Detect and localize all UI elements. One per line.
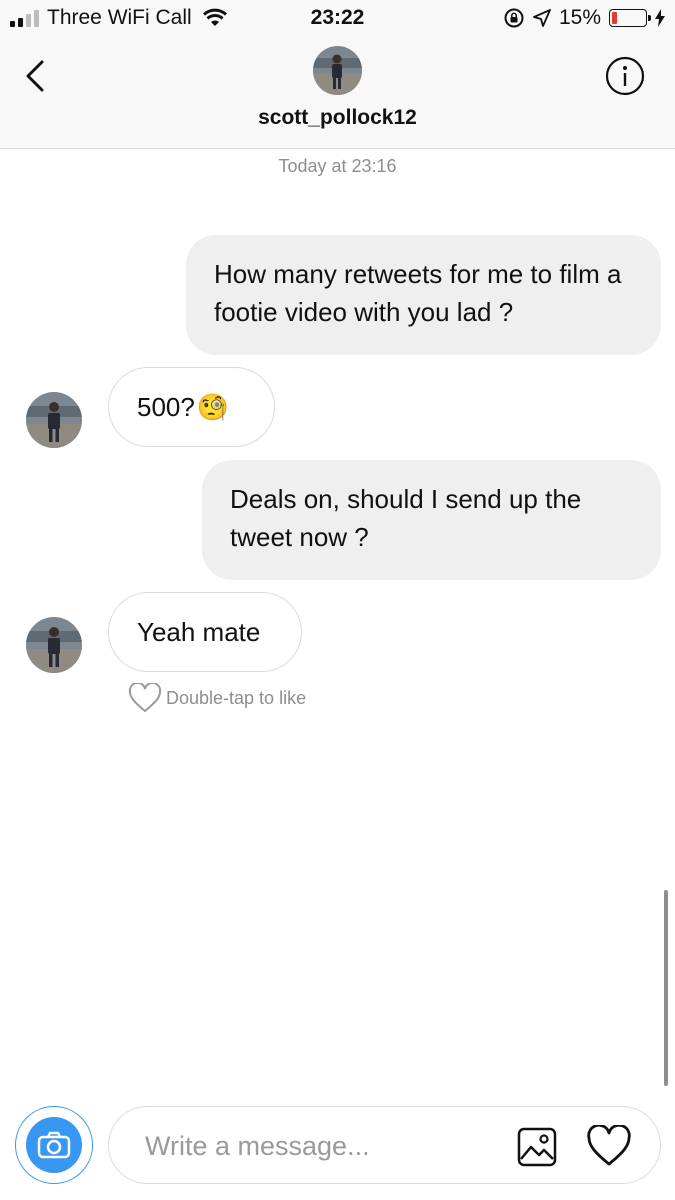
location-icon: [533, 9, 551, 27]
charging-icon: [655, 9, 665, 27]
message-composer: [108, 1106, 661, 1184]
like-hint-label: Double-tap to like: [166, 687, 307, 708]
info-icon[interactable]: [605, 56, 645, 96]
camera-icon: [26, 1117, 82, 1173]
message-text: How many retweets for me to film a footi…: [214, 259, 622, 327]
chat-username[interactable]: scott_pollock12: [0, 106, 675, 130]
battery-icon: [609, 9, 651, 27]
heart-icon[interactable]: [586, 1125, 632, 1167]
camera-button[interactable]: [15, 1106, 93, 1184]
message-bubble-outgoing[interactable]: How many retweets for me to film a footi…: [186, 235, 661, 355]
sender-avatar[interactable]: [26, 617, 82, 673]
message-bubble-incoming[interactable]: 500? 🧐: [108, 367, 275, 447]
heart-outline-icon: [128, 683, 162, 713]
message-text: 500?: [137, 392, 195, 422]
message-text: Deals on, should I send up the tweet now…: [230, 484, 582, 552]
message-input[interactable]: [143, 1125, 487, 1167]
monocle-face-emoji: 🧐: [196, 392, 230, 422]
scrollbar[interactable]: [664, 890, 668, 1086]
back-icon[interactable]: [22, 58, 52, 94]
battery-percent: 15%: [558, 6, 601, 29]
gallery-icon[interactable]: [517, 1127, 557, 1167]
message-text: Yeah mate: [137, 617, 261, 647]
message-bubble-outgoing[interactable]: Deals on, should I send up the tweet now…: [202, 460, 661, 580]
double-tap-like-hint[interactable]: Double-tap to like: [128, 683, 306, 713]
header-avatar[interactable]: [313, 46, 362, 95]
sender-avatar[interactable]: [26, 392, 82, 448]
status-right: 15%: [503, 6, 665, 30]
message-bubble-incoming[interactable]: Yeah mate: [108, 592, 302, 672]
status-bar: Three WiFi Call 23:22 15%: [0, 0, 675, 36]
orientation-lock-icon: [504, 8, 524, 28]
conversation-header: scott_pollock12: [0, 36, 675, 149]
conversation-timestamp: Today at 23:16: [278, 156, 397, 176]
